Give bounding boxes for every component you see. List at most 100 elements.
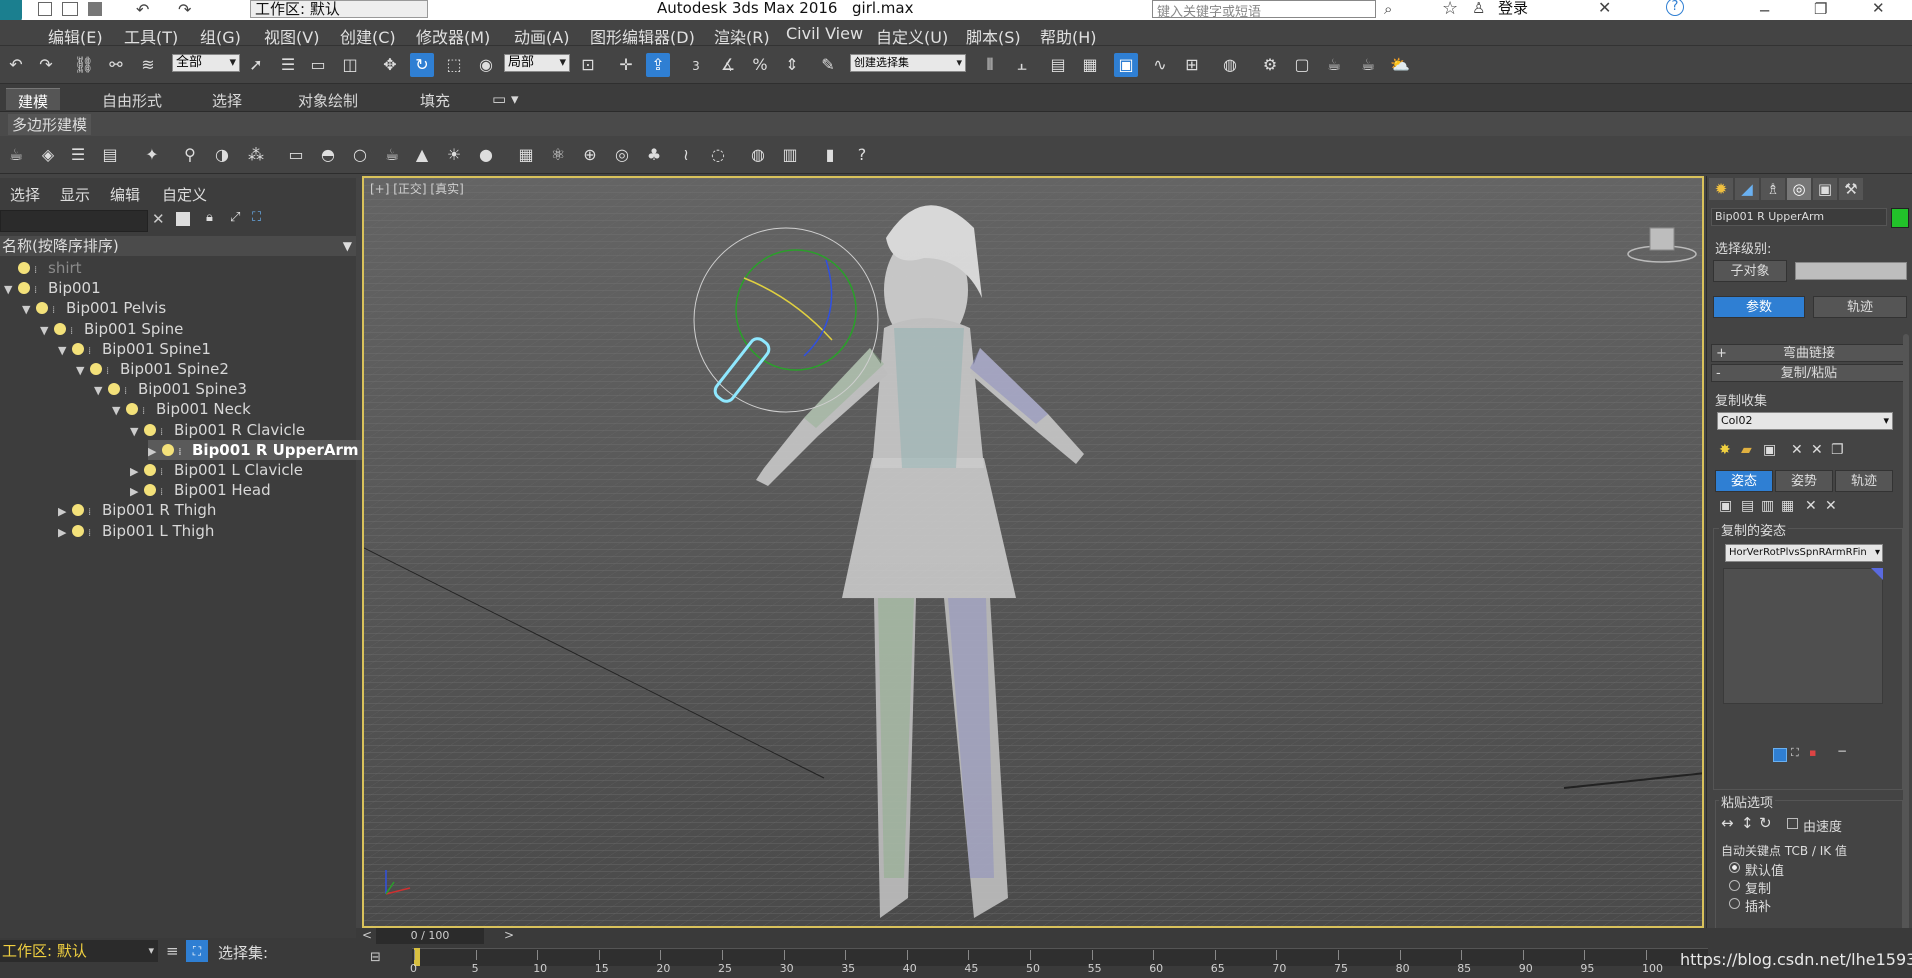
edit-named-sets-icon[interactable]: ✎ xyxy=(816,53,840,77)
percent-snap-icon[interactable]: % xyxy=(748,53,772,77)
render-a360-icon[interactable]: ⛅ xyxy=(1388,53,1412,77)
molecule-icon[interactable]: ⚛ xyxy=(546,143,570,167)
create-tab-icon[interactable]: ✹ xyxy=(1709,178,1733,200)
delete-pose-icon[interactable]: ✕ xyxy=(1805,498,1817,514)
paste-opposite-icon[interactable]: ▥ xyxy=(1761,498,1774,514)
minimize-icon[interactable]: ─ xyxy=(1760,2,1769,20)
ribbon-tab[interactable]: 建模 xyxy=(6,88,61,111)
user-icon[interactable]: ♙ xyxy=(1472,0,1485,17)
object-name-field[interactable]: Bip001 R UpperArm xyxy=(1711,208,1887,226)
app-logo-icon[interactable] xyxy=(0,0,22,22)
undo-icon[interactable]: ↶ xyxy=(4,53,28,77)
copy-pose-icon[interactable]: ▣ xyxy=(1719,498,1732,514)
visibility-bulb-icon[interactable] xyxy=(18,282,30,295)
box-icon[interactable]: ▭ xyxy=(284,143,308,167)
shape-icon[interactable]: ◈ xyxy=(36,143,60,167)
radio-default[interactable] xyxy=(1729,862,1740,873)
max-collection-icon[interactable]: ❐ xyxy=(1831,442,1844,458)
rect-selection-icon[interactable]: ▭ xyxy=(306,53,330,77)
selection-filter-select[interactable]: 全部 xyxy=(172,54,240,72)
open-file-icon[interactable] xyxy=(62,2,78,16)
menu-item[interactable]: 渲染(R) xyxy=(714,24,770,48)
render-setup-icon[interactable]: ⚙ xyxy=(1258,53,1282,77)
toggle-layer-explorer-icon[interactable]: ▤ xyxy=(1046,53,1070,77)
menu-item[interactable]: 组(G) xyxy=(200,24,241,48)
tree-node[interactable]: ▼ ⁞ Bip001 Spine1 xyxy=(58,339,211,359)
new-collection-icon[interactable]: ✸ xyxy=(1719,442,1731,458)
vertical-paste-icon[interactable]: ↕ xyxy=(1741,814,1754,832)
utilities-tab-icon[interactable]: ⚒ xyxy=(1839,178,1863,200)
by-velocity-checkbox[interactable] xyxy=(1787,818,1798,829)
close-x-icon[interactable]: ✕ xyxy=(1598,0,1611,17)
delete-collection-icon[interactable]: ✕ xyxy=(1791,442,1803,458)
scene-explorer-tab[interactable]: 显示 xyxy=(60,184,90,205)
parameters-tab[interactable]: 参数 xyxy=(1713,296,1805,318)
copy-collection-select[interactable]: Col02 ▾ xyxy=(1717,412,1893,430)
visibility-bulb-icon[interactable] xyxy=(72,524,84,537)
expand-arrow-icon[interactable]: ▶ xyxy=(148,442,162,462)
ribbon-options-icon[interactable]: ▭ ▾ xyxy=(480,88,530,110)
align-icon[interactable]: ⫠ xyxy=(1010,53,1034,77)
binoculars-icon[interactable]: ⌕ xyxy=(1384,0,1392,18)
workspace-status-select[interactable]: 工作区: 默认 ▾ xyxy=(0,940,158,962)
tree-node[interactable]: ▼ ⁞ Bip001 Pelvis xyxy=(22,298,166,318)
table-icon[interactable]: ▤ xyxy=(98,143,122,167)
load-collection-icon[interactable]: ▰ xyxy=(1741,442,1752,458)
compass-icon[interactable]: ⊕ xyxy=(578,143,602,167)
ribbon-tab[interactable]: 选择 xyxy=(200,88,254,110)
expand-arrow-icon[interactable]: ▼ xyxy=(4,280,18,300)
hair-fur-icon[interactable]: ≀ xyxy=(674,143,698,167)
pose-tab[interactable]: 姿态 xyxy=(1715,470,1773,492)
sun-icon[interactable]: ☀ xyxy=(442,143,466,167)
schematic-view-icon[interactable]: ⊞ xyxy=(1180,53,1204,77)
menu-item[interactable]: 图形编辑器(D) xyxy=(590,24,695,48)
visibility-bulb-icon[interactable] xyxy=(72,342,84,355)
preview-pan-icon[interactable]: ⛶ xyxy=(1791,746,1799,760)
render-production-icon[interactable]: ☕ xyxy=(1322,53,1346,77)
visibility-bulb-icon[interactable] xyxy=(18,262,30,274)
teapot-icon[interactable]: ☕ xyxy=(4,143,28,167)
new-file-icon[interactable] xyxy=(38,2,52,16)
tree-node[interactable]: ▶ ⁞ Bip001 R Thigh xyxy=(58,500,216,520)
menu-item[interactable]: 脚本(S) xyxy=(966,24,1021,48)
save-file-icon[interactable] xyxy=(88,2,102,16)
spacewarp-icon[interactable]: ⁂ xyxy=(244,143,268,167)
foliage-icon[interactable]: ♣ xyxy=(642,143,666,167)
time-slider[interactable]: 0 / 100 xyxy=(376,928,484,944)
display-tab-icon[interactable]: ▣ xyxy=(1813,178,1837,200)
perspective-viewport[interactable]: [+] [正交] [真实] xyxy=(362,176,1704,928)
clipboard-icon[interactable]: ▦ xyxy=(1781,498,1794,514)
expand-arrow-icon[interactable]: ▼ xyxy=(58,341,72,361)
toggle-ribbon-icon[interactable]: ▦ xyxy=(1078,53,1102,77)
hemisphere-icon[interactable]: ◓ xyxy=(316,143,340,167)
expand-arrow-icon[interactable]: ▶ xyxy=(130,482,144,502)
expand-arrow-icon[interactable]: ▼ xyxy=(130,422,144,442)
tree-node[interactable]: ▼ ⁞ Bip001 xyxy=(4,278,101,298)
login-link[interactable]: 登录 xyxy=(1498,0,1528,16)
material-sphere-icon[interactable]: ◍ xyxy=(746,143,770,167)
clear-search-icon[interactable]: ✕ xyxy=(152,210,165,228)
undo-icon[interactable]: ↶ xyxy=(136,0,149,19)
expand-arrow-icon[interactable]: ▼ xyxy=(76,361,90,381)
keyboard-shortcut-override-icon[interactable]: ⇪ xyxy=(646,53,670,77)
angle-snap-icon[interactable]: ∡ xyxy=(716,53,740,77)
tree-node[interactable]: ▶ ⁞ Bip001 R UpperArm xyxy=(148,439,365,462)
scene-explorer-tab[interactable]: 选择 xyxy=(10,184,40,205)
scene-explorer-search[interactable] xyxy=(0,210,148,232)
tree-node[interactable]: ▶ ⁞ Bip001 L Thigh xyxy=(58,521,214,541)
ribbon-subtitle[interactable]: 多边形建模 xyxy=(8,114,92,135)
redo-icon[interactable]: ↷ xyxy=(178,0,191,19)
tree-node[interactable]: ▼ ⁞ Bip001 R Clavicle xyxy=(130,420,305,440)
curve-editor-icon[interactable]: ∿ xyxy=(1148,53,1172,77)
radio-copy[interactable] xyxy=(1729,880,1740,891)
scale-icon[interactable]: ⬚ xyxy=(442,53,466,77)
tree-node[interactable]: ⁞ shirt xyxy=(4,258,82,278)
phone-icon[interactable]: ▮ xyxy=(818,143,842,167)
menu-item[interactable]: 帮助(H) xyxy=(1040,24,1097,48)
expand-arrow-icon[interactable]: ▶ xyxy=(58,502,72,522)
sub-object-select[interactable] xyxy=(1795,262,1907,280)
menu-item[interactable]: 视图(V) xyxy=(264,24,319,48)
time-slider-prev-icon[interactable]: < xyxy=(362,928,372,942)
expand-arrow-icon[interactable]: ▼ xyxy=(40,321,54,341)
light-icon[interactable]: ✦ xyxy=(140,143,164,167)
